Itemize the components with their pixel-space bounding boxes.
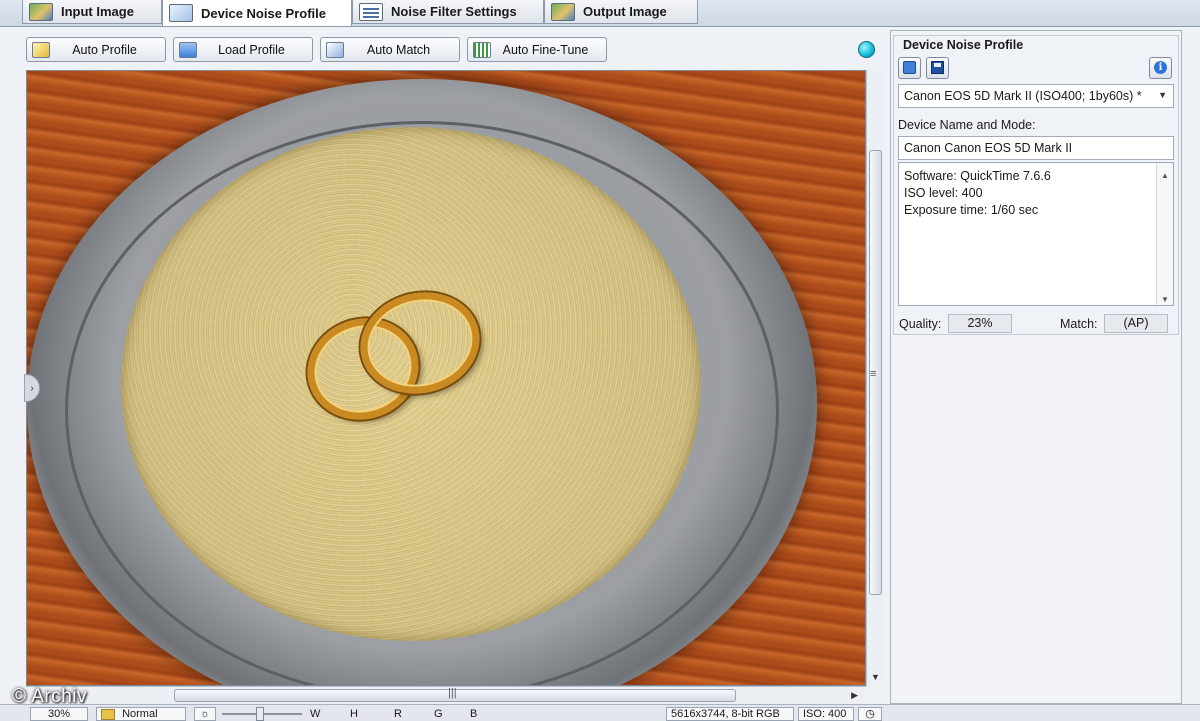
view-mode-value: Normal [122, 708, 158, 720]
sun-icon: ☼ [199, 708, 211, 720]
auto-fine-tune-button[interactable]: Auto Fine-Tune [467, 37, 607, 62]
load-profile-button[interactable]: Load Profile [173, 37, 313, 62]
zoom-slider[interactable] [222, 707, 302, 721]
save-icon [931, 61, 944, 74]
scroll-down-icon[interactable]: ▼ [871, 672, 880, 682]
noise-profile-icon [169, 4, 193, 22]
device-noise-profile-panel: Device Noise Profile i Canon EOS 5D Mark… [890, 30, 1182, 704]
folder-icon [101, 708, 115, 720]
panel-title: Device Noise Profile [903, 38, 1024, 52]
scroll-down-icon[interactable]: ▼ [1161, 291, 1169, 308]
info-line: ISO level: 400 [904, 186, 983, 200]
horizontal-scrollbar[interactable]: ||| ▶ [26, 686, 866, 704]
tab-device-noise-profile[interactable]: Device Noise Profile [162, 0, 352, 26]
device-info-textarea[interactable]: Software: QuickTime 7.6.6 ISO level: 400… [898, 162, 1174, 306]
zoom-level[interactable]: 30% [30, 707, 88, 721]
image-info: 5616x3744, 8-bit RGB [666, 707, 794, 721]
open-profile-button[interactable] [898, 57, 921, 79]
button-label: Auto Match [366, 42, 431, 57]
device-name-label: Device Name and Mode: [898, 118, 1036, 132]
grip-icon: ||| [448, 687, 457, 699]
button-label: Auto Fine-Tune [502, 42, 589, 57]
status-indicator-icon [858, 41, 875, 58]
save-profile-button[interactable] [926, 57, 949, 79]
auto-match-icon [326, 41, 344, 58]
button-label: Auto Profile [72, 42, 137, 57]
tab-noise-filter-settings[interactable]: Noise Filter Settings [352, 0, 544, 24]
scroll-right-icon[interactable]: ▶ [851, 690, 858, 701]
quality-value: 23% [948, 314, 1012, 333]
folder-icon [903, 61, 916, 74]
tab-output-image[interactable]: Output Image [544, 0, 698, 24]
histogram-icon [473, 41, 491, 58]
slider-handle[interactable] [256, 707, 264, 721]
info-line: Exposure time: 1/60 sec [904, 203, 1039, 217]
device-name-field[interactable]: Canon Canon EOS 5D Mark II [898, 136, 1174, 160]
vertical-scrollbar[interactable]: ≡ ▼ [866, 70, 884, 686]
brightness-button[interactable]: ☼ [194, 707, 216, 721]
status-bar: 30% Normal ☼ W H R G B 5616x3744, 8-bit … [0, 704, 1200, 721]
folder-icon [179, 41, 197, 58]
auto-profile-icon [32, 41, 50, 58]
auto-profile-button[interactable]: Auto Profile [26, 37, 166, 62]
auto-match-button[interactable]: Auto Match [320, 37, 460, 62]
match-label: Match: [1060, 317, 1098, 331]
tab-input-image[interactable]: Input Image [22, 0, 162, 24]
profile-select[interactable]: Canon EOS 5D Mark II (ISO400; 1by60s) * … [898, 84, 1174, 108]
image-icon [29, 2, 53, 21]
chevron-down-icon: ▼ [1158, 90, 1167, 100]
green-readout: G [434, 708, 443, 720]
output-image-icon [551, 2, 575, 21]
info-line: Software: QuickTime 7.6.6 [904, 169, 1051, 183]
clock-icon: ◷ [865, 708, 875, 720]
match-value: (AP) [1104, 314, 1168, 333]
red-readout: R [394, 708, 402, 720]
view-mode-select[interactable]: Normal [96, 707, 186, 721]
grip-icon: ≡ [870, 368, 877, 380]
scroll-up-icon[interactable]: ▲ [1161, 167, 1169, 184]
tab-label: Input Image [61, 4, 134, 19]
width-readout: W [310, 708, 321, 720]
image-preview[interactable] [26, 70, 866, 686]
profile-select-value: Canon EOS 5D Mark II (ISO400; 1by60s) * [904, 89, 1142, 103]
height-readout: H [350, 708, 358, 720]
info-icon: i [1154, 61, 1167, 74]
sliders-icon [359, 2, 383, 21]
profile-group: Device Noise Profile i Canon EOS 5D Mark… [893, 35, 1179, 335]
info-button[interactable]: i [1149, 57, 1172, 79]
tab-label: Device Noise Profile [201, 5, 326, 21]
textarea-scrollbar[interactable]: ▲ ▼ [1156, 163, 1173, 305]
tab-label: Output Image [583, 4, 667, 19]
clock-button[interactable]: ◷ [858, 707, 882, 721]
tab-label: Noise Filter Settings [391, 4, 517, 19]
quality-label: Quality: [899, 317, 942, 331]
iso-readout: ISO: 400 [798, 707, 854, 721]
tab-bar: Input Image Device Noise Profile Noise F… [0, 0, 1200, 27]
blue-readout: B [470, 708, 478, 720]
button-label: Load Profile [218, 42, 285, 57]
